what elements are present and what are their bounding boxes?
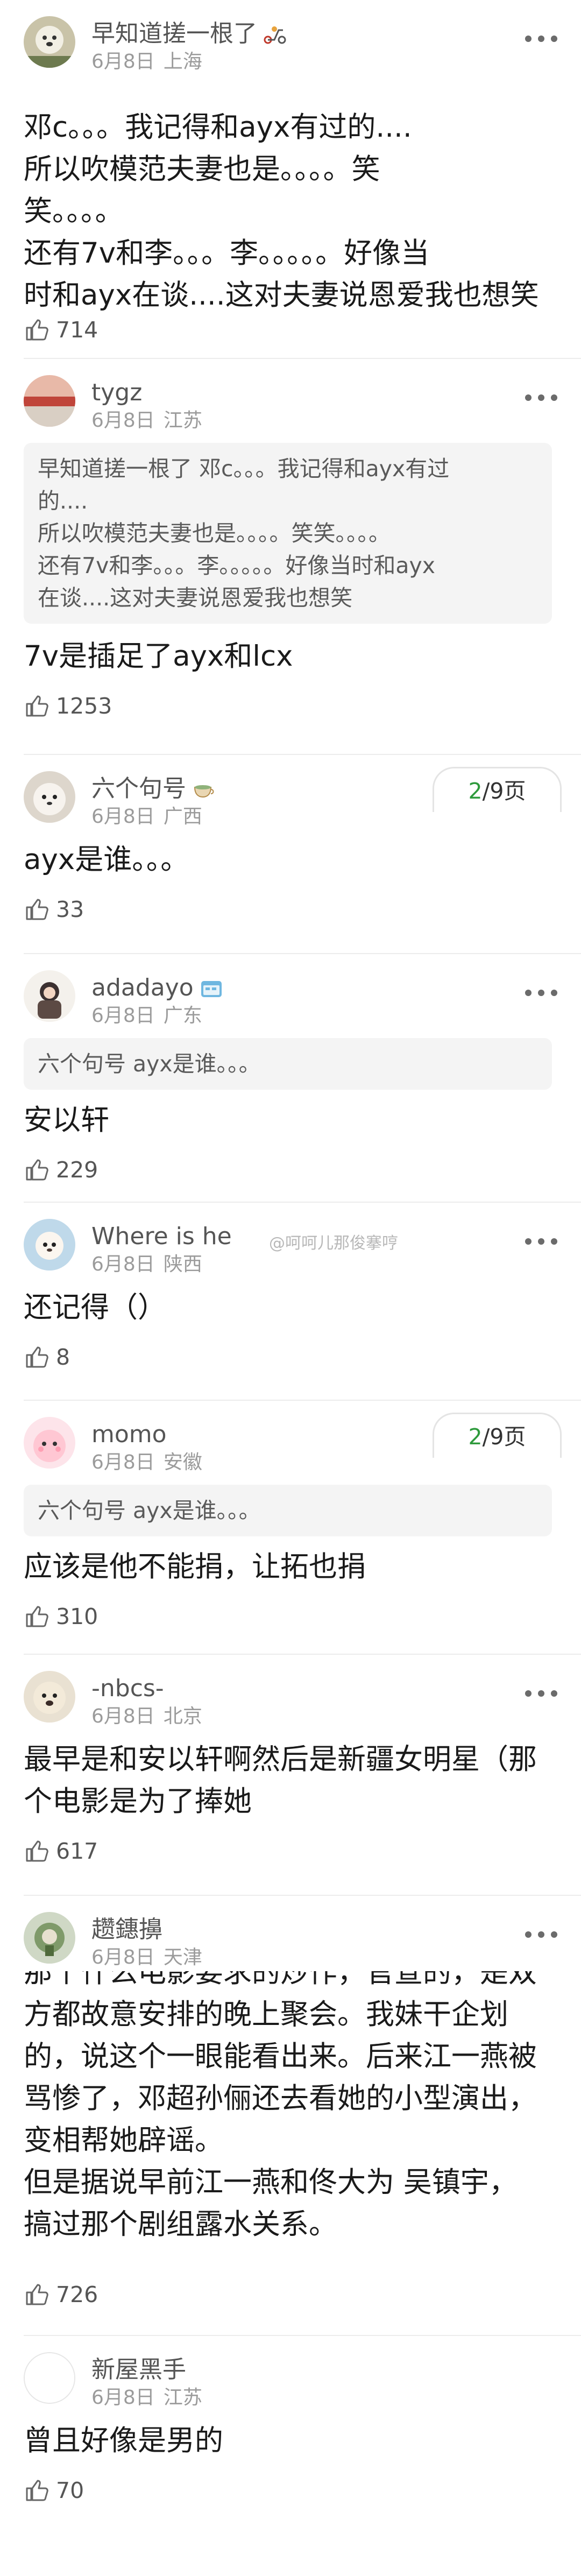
comment-text: 应该是他不能捐，让拓也捐	[24, 1550, 366, 1583]
avatar[interactable]	[24, 1219, 75, 1271]
comment-location: 陕西	[163, 1253, 202, 1275]
more-options-icon[interactable]	[525, 987, 557, 998]
like-button[interactable]: 229	[24, 1147, 557, 1193]
username[interactable]: Where is he	[91, 1222, 232, 1251]
comment-text: 7v是插足了ayx和lcx	[24, 640, 293, 673]
comment-location: 江苏	[163, 2387, 202, 2409]
more-options-icon[interactable]	[525, 392, 557, 403]
comment-date: 6月8日	[91, 806, 155, 828]
like-count: 714	[56, 317, 98, 343]
like-button[interactable]: 33	[24, 886, 557, 933]
comment-location: 上海	[163, 51, 202, 73]
thumbs-up-icon	[26, 695, 48, 717]
like-count: 229	[56, 1157, 98, 1183]
thumbs-up-icon	[26, 2480, 48, 2501]
like-button[interactable]: 70	[24, 2467, 557, 2514]
like-count: 726	[56, 2282, 98, 2307]
like-button[interactable]: 726	[24, 2271, 557, 2318]
avatar[interactable]	[24, 16, 75, 68]
username[interactable]: -nbcs-	[91, 1674, 164, 1703]
more-options-icon[interactable]	[525, 1929, 557, 1940]
thumbs-up-icon	[26, 1840, 48, 1862]
avatar[interactable]	[24, 771, 75, 823]
thumbs-up-icon	[26, 1159, 48, 1181]
thumbs-up-icon	[26, 1606, 48, 1627]
comment-location: 天津	[163, 1946, 202, 1968]
comment-location: 江苏	[163, 410, 202, 432]
thumbs-up-icon	[26, 899, 48, 920]
comment-text: 安以轩	[24, 1104, 109, 1137]
username[interactable]: adadayo	[91, 973, 194, 1003]
more-options-icon[interactable]	[525, 1236, 557, 1247]
comment-item: 2/9页 momo 6月8日 安徽 六个句号 ayx是谁。。。 应该是他不能捐，让…	[0, 1401, 581, 1654]
quoted-reply[interactable]: 六个句号 ayx是谁。。。	[24, 1038, 552, 1090]
username[interactable]: tygz	[91, 378, 142, 407]
comment-date: 6月8日	[91, 2387, 155, 2409]
username[interactable]: 早知道搓一根了	[91, 19, 257, 48]
page-indicator[interactable]: 2/9页	[433, 1413, 562, 1458]
comment-location: 北京	[163, 1705, 202, 1727]
like-count: 8	[56, 1344, 70, 1370]
more-options-icon[interactable]	[525, 33, 557, 44]
comment-item: 2/9页 六个句号 6月8日 广西 ayx是谁。。。 33	[0, 755, 581, 953]
watermark: @呵呵儿那俊搴哼	[269, 1234, 398, 1253]
comment-text: 曾且好像是男的	[24, 2424, 223, 2457]
username[interactable]: 六个句号	[91, 774, 186, 803]
comment-text: 还记得（）	[24, 1291, 166, 1324]
like-button[interactable]: 1253	[24, 683, 557, 729]
thumbs-up-icon	[26, 1346, 48, 1368]
comment-item: -nbcs- 6月8日 北京 最早是和安以轩啊然后是新疆女明星（那 个电影是为了捧…	[0, 1655, 581, 1895]
more-options-icon[interactable]	[525, 1688, 557, 1699]
avatar[interactable]	[24, 375, 75, 427]
comment-feed: 早知道搓一根了 6月8日 上海 邓c。。。我记得和ayx有过的.... 所以吹模范…	[0, 0, 581, 2503]
like-button[interactable]: 8	[24, 1334, 557, 1380]
like-button[interactable]: 617	[24, 1828, 557, 1874]
page-indicator[interactable]: 2/9页	[433, 767, 562, 812]
thumbs-up-icon	[26, 2284, 48, 2305]
comment-date: 6月8日	[91, 1253, 155, 1275]
comment-date: 6月8日	[91, 1705, 155, 1727]
avatar[interactable]	[24, 970, 75, 1022]
comment-location: 广西	[163, 806, 202, 828]
comment-text: 那个什么电影要求的炒作，官宣的，是双 方都故意安排的晚上聚会。我妹干企划 的，说…	[24, 1971, 537, 2241]
comment-item: tygz 6月8日 江苏 早知道搓一根了 邓c。。。我记得和ayx有过 的....…	[0, 359, 581, 754]
like-button[interactable]: 310	[24, 1593, 557, 1640]
avatar[interactable]	[24, 1912, 75, 1964]
like-count: 33	[56, 897, 84, 922]
comment-date: 6月8日	[91, 1946, 155, 1968]
scooter-icon	[263, 23, 287, 45]
tea-cup-icon	[192, 778, 216, 800]
comment-item: @呵呵儿那俊搴哼 Where is he 6月8日 陕西 还记得（） 8	[0, 1203, 581, 1400]
like-count: 310	[56, 1604, 98, 1629]
quoted-reply[interactable]: 早知道搓一根了 邓c。。。我记得和ayx有过 的.... 所以吹模范夫妻也是。。…	[24, 443, 552, 624]
avatar[interactable]	[24, 1671, 75, 1723]
comment-date: 6月8日	[91, 1451, 155, 1473]
like-count: 617	[56, 1838, 98, 1864]
comment-date: 6月8日	[91, 410, 155, 432]
comment-item: 趱鏸擤 6月8日 天津 那个什么电影要求的炒作，官宣的，是双 方都故意安排的晚上聚…	[0, 1896, 581, 2335]
thumbs-up-icon	[26, 319, 48, 341]
like-count: 70	[56, 2478, 84, 2503]
comment-text-clip: 那个什么电影要求的炒作，官宣的，是双 方都故意安排的晚上聚会。我妹干企划 的，说…	[24, 1971, 557, 2266]
comment-date: 6月8日	[91, 1005, 155, 1027]
comment-text: 邓c。。。我记得和ayx有过的.... 所以吹模范夫妻也是。。。。笑 笑。。。。…	[24, 111, 539, 312]
comment-item: 早知道搓一根了 6月8日 上海 邓c。。。我记得和ayx有过的.... 所以吹模范…	[0, 0, 581, 312]
comment-location: 广东	[163, 1005, 202, 1027]
comment-item: 新屋黑手 6月8日 江苏 曾且好像是男的 70	[0, 2336, 581, 2514]
username[interactable]: momo	[91, 1420, 167, 1449]
username[interactable]: 新屋黑手	[91, 2355, 186, 2384]
comment-text: ayx是谁。。。	[24, 843, 189, 876]
avatar[interactable]	[24, 1417, 75, 1469]
username[interactable]: 趱鏸擤	[91, 1915, 162, 1944]
like-button[interactable]: 714	[24, 307, 98, 353]
comment-text: 最早是和安以轩啊然后是新疆女明星（那 个电影是为了捧她	[24, 1743, 537, 1818]
quoted-reply[interactable]: 六个句号 ayx是谁。。。	[24, 1485, 552, 1536]
calendar-badge-icon	[199, 977, 224, 999]
comment-date: 6月8日	[91, 51, 155, 73]
avatar[interactable]	[24, 2352, 75, 2404]
comment-location: 安徽	[163, 1451, 202, 1473]
like-count: 1253	[56, 693, 112, 719]
comment-item: adadayo 6月8日 广东 六个句号 ayx是谁。。。 安以轩 229	[0, 954, 581, 1202]
